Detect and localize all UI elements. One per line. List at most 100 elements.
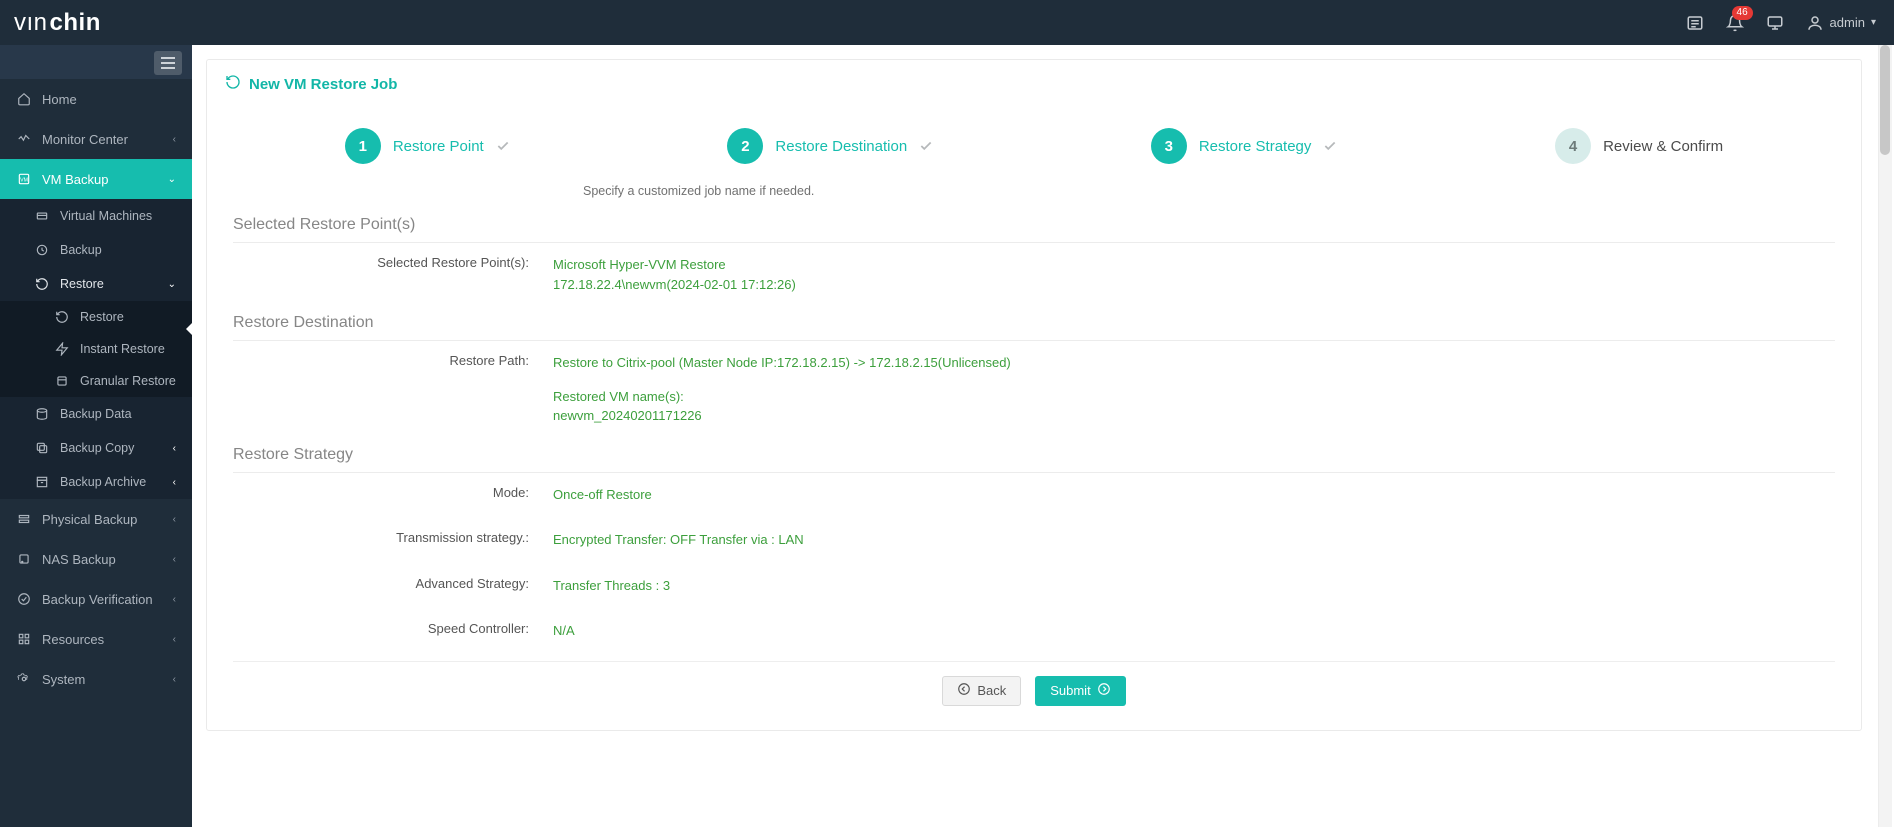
- sidebar-item-label: Backup Copy: [60, 441, 134, 455]
- nav-sub-vm: Virtual Machines Backup Restore ⌄: [0, 199, 192, 499]
- scrollbar-thumb[interactable]: [1880, 45, 1890, 155]
- restore-sub-icon: [54, 310, 70, 324]
- instant-restore-icon: [54, 342, 70, 356]
- field-label: Advanced Strategy:: [233, 576, 553, 591]
- bell-icon[interactable]: 46: [1726, 14, 1744, 32]
- sidebar-item-label: Restore: [80, 310, 124, 324]
- gear-icon: [16, 672, 32, 686]
- sidebar-item-label: Granular Restore: [80, 374, 176, 388]
- row-speed: Speed Controller: N/A: [233, 615, 1835, 647]
- sidebar-item-monitor[interactable]: Monitor Center ‹: [0, 119, 192, 159]
- home-icon: [16, 92, 32, 106]
- sidebar: Home Monitor Center ‹ VM VM Backup ⌄: [0, 45, 192, 827]
- sidebar-item-restore-sub[interactable]: Restore: [0, 301, 192, 333]
- chevron-left-icon: ‹: [173, 477, 176, 488]
- job-name-hint: Specify a customized job name if needed.: [233, 170, 1835, 202]
- field-label: Mode:: [233, 485, 553, 500]
- arrow-right-icon: [1097, 682, 1111, 699]
- resources-icon: [16, 632, 32, 646]
- field-value: Transfer Threads : 3: [553, 576, 1835, 596]
- vms-icon: [34, 209, 50, 223]
- sidebar-item-backup-copy[interactable]: Backup Copy ‹: [0, 431, 192, 465]
- chevron-left-icon: ‹: [173, 514, 176, 525]
- sidebar-item-backup-data[interactable]: Backup Data: [0, 397, 192, 431]
- sidebar-item-label: Instant Restore: [80, 342, 165, 356]
- value-line: Restore to Citrix-pool (Master Node IP:1…: [553, 353, 1835, 373]
- verification-icon: [16, 592, 32, 606]
- chevron-left-icon: ‹: [173, 674, 176, 685]
- sidebar-item-backup[interactable]: Backup: [0, 233, 192, 267]
- monitor-icon[interactable]: [1766, 14, 1784, 32]
- row-advanced: Advanced Strategy: Transfer Threads : 3: [233, 570, 1835, 602]
- sidebar-item-virtual-machines[interactable]: Virtual Machines: [0, 199, 192, 233]
- step-restore-destination[interactable]: 2 Restore Destination: [727, 128, 933, 164]
- sidebar-item-backup-verification[interactable]: Backup Verification ‹: [0, 579, 192, 619]
- field-value: N/A: [553, 621, 1835, 641]
- step-label: Review & Confirm: [1603, 138, 1723, 155]
- sidebar-item-label: Backup Verification: [42, 592, 153, 607]
- section-restore-strategy: Restore Strategy: [233, 446, 1835, 473]
- sidebar-item-label: NAS Backup: [42, 552, 116, 567]
- vm-icon: VM: [16, 172, 32, 186]
- chevron-down-icon: ⌄: [168, 174, 176, 185]
- back-button[interactable]: Back: [942, 676, 1021, 706]
- field-label: Selected Restore Point(s):: [233, 255, 553, 270]
- sidebar-item-backup-archive[interactable]: Backup Archive ‹: [0, 465, 192, 499]
- sidebar-item-home[interactable]: Home: [0, 79, 192, 119]
- svg-text:VM: VM: [20, 177, 28, 183]
- step-label: Restore Point: [393, 138, 484, 155]
- nav: Home Monitor Center ‹ VM VM Backup ⌄: [0, 79, 192, 699]
- sidebar-item-physical-backup[interactable]: Physical Backup ‹: [0, 499, 192, 539]
- sidebar-item-label: Resources: [42, 632, 104, 647]
- sidebar-item-restore[interactable]: Restore ⌄ Restore Instant Restore: [0, 267, 192, 397]
- brand-part1: vın: [14, 9, 48, 37]
- wizard-steps: 1 Restore Point 2 Restore Destination 3 …: [233, 116, 1835, 170]
- sidebar-item-label: Backup Data: [60, 407, 132, 421]
- value-line: Microsoft Hyper-VVM Restore: [553, 255, 1835, 275]
- section-restore-destination: Restore Destination: [233, 314, 1835, 341]
- hamburger-icon[interactable]: [154, 51, 182, 75]
- step-review-confirm[interactable]: 4 Review & Confirm: [1555, 128, 1723, 164]
- chevron-down-icon: ▾: [1871, 17, 1876, 28]
- sidebar-item-granular-restore[interactable]: Granular Restore: [0, 365, 192, 397]
- list-icon[interactable]: [1686, 14, 1704, 32]
- sidebar-item-instant-restore[interactable]: Instant Restore: [0, 333, 192, 365]
- sidebar-item-label: System: [42, 672, 85, 687]
- brand-part2: chin: [50, 9, 101, 37]
- field-label: Transmission strategy.:: [233, 530, 553, 545]
- sidebar-item-nas-backup[interactable]: NAS Backup ‹: [0, 539, 192, 579]
- sidebar-item-system[interactable]: System ‹: [0, 659, 192, 699]
- value-line: newvm_20240201171226: [553, 406, 1835, 426]
- value-line: 172.18.22.4\newvm(2024-02-01 17:12:26): [553, 275, 1835, 295]
- chevron-down-icon: ⌄: [168, 279, 176, 290]
- page-title: New VM Restore Job: [249, 76, 397, 93]
- backup-copy-icon: [34, 441, 50, 455]
- check-icon: [1323, 139, 1337, 153]
- button-label: Back: [977, 683, 1006, 698]
- field-label: Speed Controller:: [233, 621, 553, 636]
- section-selected-restore-points: Selected Restore Point(s): [233, 216, 1835, 243]
- sidebar-item-vm-backup[interactable]: VM VM Backup ⌄ Virtual Machines Backup: [0, 159, 192, 499]
- chevron-left-icon: ‹: [173, 594, 176, 605]
- step-restore-strategy[interactable]: 3 Restore Strategy: [1151, 128, 1338, 164]
- wizard-footer: Back Submit: [233, 661, 1835, 710]
- granular-restore-icon: [54, 374, 70, 388]
- chevron-left-icon: ‹: [173, 634, 176, 645]
- row-mode: Mode: Once-off Restore: [233, 479, 1835, 511]
- sidebar-toggle-row: [0, 45, 192, 79]
- step-restore-point[interactable]: 1 Restore Point: [345, 128, 510, 164]
- chevron-left-icon: ‹: [173, 554, 176, 565]
- brand-logo: vınchin: [14, 9, 101, 37]
- step-label: Restore Strategy: [1199, 138, 1312, 155]
- chevron-left-icon: ‹: [173, 443, 176, 454]
- scrollbar-track[interactable]: [1878, 45, 1892, 827]
- user-menu[interactable]: admin ▾: [1806, 14, 1876, 32]
- row-transmission: Transmission strategy.: Encrypted Transf…: [233, 524, 1835, 556]
- sidebar-item-resources[interactable]: Resources ‹: [0, 619, 192, 659]
- step-number: 4: [1555, 128, 1591, 164]
- topbar: vınchin 46 admin ▾: [0, 0, 1894, 45]
- submit-button[interactable]: Submit: [1035, 676, 1125, 706]
- topbar-right: 46 admin ▾: [1686, 14, 1876, 32]
- arrow-left-icon: [957, 682, 971, 699]
- sidebar-item-label: Virtual Machines: [60, 209, 152, 223]
